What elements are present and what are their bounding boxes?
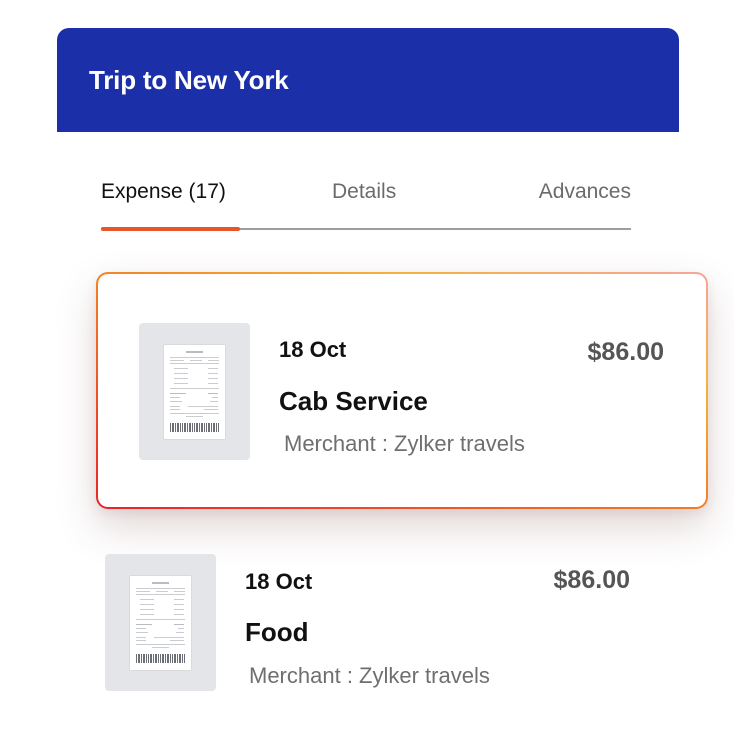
expense-merchant: Merchant : Zylker travels [249, 663, 490, 688]
expense-merchant: Merchant : Zylker travels [284, 431, 525, 456]
expense-card[interactable]: 18 Oct Food Merchant : Zylker travels $8… [105, 554, 635, 694]
receipt-icon [130, 576, 191, 670]
expense-title: Cab Service [279, 386, 428, 416]
expense-amount: $86.00 [553, 566, 630, 594]
tab-bar: Expense (17) Details Advances [101, 180, 631, 234]
report-title: Trip to New York [89, 65, 289, 95]
receipt-thumbnail[interactable] [105, 554, 216, 691]
report-header: Trip to New York [57, 28, 679, 132]
tab-advances[interactable]: Advances [539, 180, 631, 204]
expense-card-body: 18 Oct Cab Service Merchant : Zylker tra… [98, 274, 706, 507]
receipt-thumbnail[interactable] [139, 323, 250, 460]
receipt-icon [164, 345, 225, 439]
tab-details[interactable]: Details [332, 180, 396, 204]
expense-date: 18 Oct [279, 337, 347, 362]
tab-expense[interactable]: Expense (17) [101, 180, 226, 204]
expense-title: Food [245, 617, 309, 647]
expense-date: 18 Oct [245, 569, 313, 594]
active-tab-indicator [101, 227, 240, 231]
expense-amount: $86.00 [587, 338, 664, 366]
expense-card-selected[interactable]: 18 Oct Cab Service Merchant : Zylker tra… [96, 272, 708, 509]
